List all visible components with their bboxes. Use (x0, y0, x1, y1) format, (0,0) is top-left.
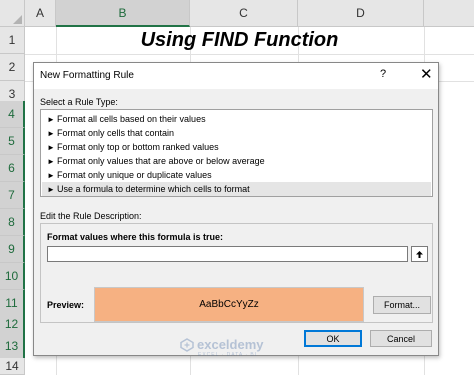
column-header-a[interactable]: A (25, 0, 56, 27)
range-select-icon[interactable] (411, 246, 428, 262)
exceldemy-watermark: exceldemy EXCEL · DATA · BI (180, 337, 264, 358)
column-header-d[interactable]: D (298, 0, 424, 27)
rule-type-label: Format all cells based on their values (57, 114, 206, 124)
watermark-tagline: EXCEL · DATA · BI (198, 352, 258, 358)
rule-type-item[interactable]: ► Format only cells that contain (42, 126, 431, 140)
edit-description-label: Edit the Rule Description: (40, 211, 142, 221)
rule-type-item[interactable]: ► Format only values that are above or be… (42, 154, 431, 168)
close-icon[interactable]: ✕ (420, 65, 433, 83)
rule-type-label: Format only unique or duplicate values (57, 170, 212, 180)
rule-type-item[interactable]: ► Format all cells based on their values (42, 112, 431, 126)
ok-button[interactable]: OK (304, 330, 362, 347)
help-icon[interactable]: ? (380, 68, 386, 80)
select-all-corner[interactable] (0, 0, 25, 27)
cancel-button[interactable]: Cancel (370, 330, 432, 347)
rule-type-label: Use a formula to determine which cells t… (57, 184, 250, 194)
row-header-4[interactable]: 4 (0, 101, 25, 128)
preview-swatch: AaBbCcYyZz (94, 287, 364, 322)
preview-text: AaBbCcYyZz (199, 299, 259, 310)
row-header-6[interactable]: 6 (0, 155, 25, 182)
arrow-right-icon: ► (47, 142, 55, 152)
arrow-right-icon: ► (47, 114, 55, 124)
row-header-7[interactable]: 7 (0, 182, 25, 209)
row-header-9[interactable]: 9 (0, 236, 25, 263)
new-formatting-rule-dialog: New Formatting Rule ? ✕ Select a Rule Ty… (33, 62, 439, 356)
row-header-1[interactable]: 1 (0, 27, 25, 54)
rule-type-label: Format only top or bottom ranked values (57, 142, 219, 152)
rule-type-label: Format only cells that contain (57, 128, 175, 138)
arrow-right-icon: ► (47, 184, 55, 194)
preview-label: Preview: (47, 300, 85, 310)
watermark-name: exceldemy (197, 337, 264, 352)
row-header-8[interactable]: 8 (0, 209, 25, 236)
column-header-b[interactable]: B (56, 0, 190, 27)
rule-type-item-selected[interactable]: ► Use a formula to determine which cells … (42, 182, 431, 196)
sheet-title-cell[interactable]: Using FIND Function (56, 27, 423, 54)
range-select-arrow-icon (416, 250, 423, 258)
formula-input[interactable] (47, 246, 408, 262)
column-header-e[interactable] (424, 0, 474, 27)
exceldemy-logo-icon (180, 337, 194, 352)
dialog-titlebar[interactable]: New Formatting Rule ? ✕ (34, 63, 438, 89)
gridline (25, 54, 474, 55)
rule-type-item[interactable]: ► Format only top or bottom ranked values (42, 140, 431, 154)
row-header-14[interactable]: 14 (0, 358, 25, 375)
rule-type-item[interactable]: ► Format only unique or duplicate values (42, 168, 431, 182)
arrow-right-icon: ► (47, 128, 55, 138)
row-header-13[interactable]: 13 (0, 333, 25, 360)
format-button[interactable]: Format... (373, 296, 431, 314)
rule-type-label: Format only values that are above or bel… (57, 156, 265, 166)
arrow-right-icon: ► (47, 156, 55, 166)
select-all-triangle-icon (13, 15, 22, 24)
column-header-c[interactable]: C (190, 0, 298, 27)
rule-description-panel: Format values where this formula is true… (40, 223, 433, 323)
row-header-2[interactable]: 2 (0, 54, 25, 81)
dialog-title: New Formatting Rule (40, 70, 134, 81)
arrow-right-icon: ► (47, 170, 55, 180)
row-header-10[interactable]: 10 (0, 263, 25, 290)
rule-type-list[interactable]: ► Format all cells based on their values … (40, 109, 433, 197)
formula-label: Format values where this formula is true… (47, 232, 224, 242)
select-rule-type-label: Select a Rule Type: (40, 97, 118, 107)
row-header-5[interactable]: 5 (0, 128, 25, 155)
